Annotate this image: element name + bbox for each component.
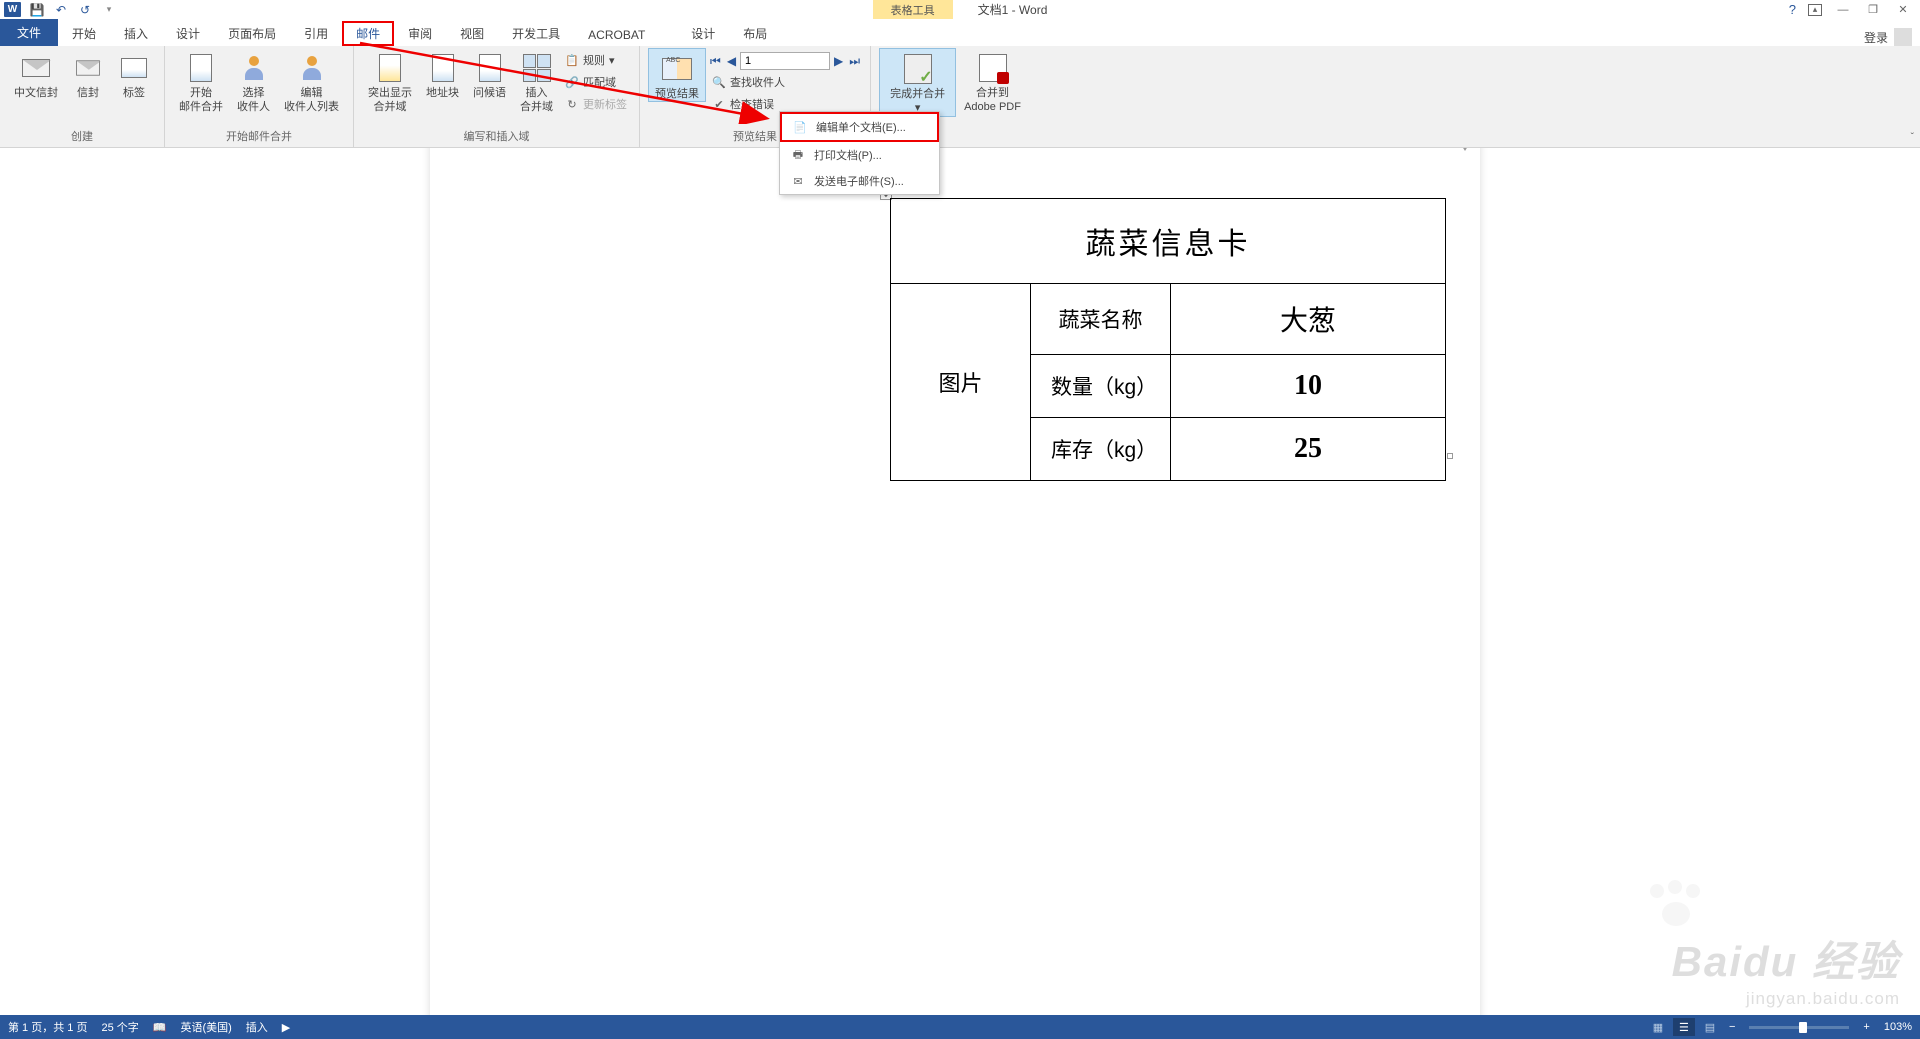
ribbon-options-icon[interactable]: ▴ — [1808, 4, 1822, 16]
undo-icon[interactable]: ↶ — [53, 2, 69, 18]
zoom-in-button[interactable]: + — [1859, 1021, 1873, 1033]
tab-references[interactable]: 引用 — [290, 21, 342, 46]
group-finish-label — [952, 128, 955, 143]
page-indicator[interactable]: 第 1 页，共 1 页 — [8, 1019, 87, 1035]
save-icon[interactable]: 💾 — [29, 2, 45, 18]
last-record-button[interactable]: ⏭ — [847, 54, 862, 69]
table-tools-context-label: 表格工具 — [873, 0, 953, 20]
web-layout-button[interactable]: ▤ — [1699, 1018, 1721, 1036]
next-record-button[interactable]: ▶ — [832, 54, 845, 68]
edit-recipients-button[interactable]: 编辑 收件人列表 — [278, 48, 345, 115]
group-start-merge: 开始 邮件合并 选择 收件人 编辑 收件人列表 开始邮件合并 — [165, 46, 354, 147]
word-app-icon: W — [4, 2, 21, 17]
table-resize-handle[interactable] — [1447, 453, 1453, 459]
document-area: ✥ 蔬菜信息卡 图片 蔬菜名称 大葱 数量（kg） 10 库存（kg） 25 — [0, 148, 1920, 1015]
highlight-fields-button[interactable]: 突出显示 合并域 — [362, 48, 418, 115]
merge-to-pdf-button[interactable]: 合并到 Adobe PDF — [958, 48, 1027, 115]
match-fields-button[interactable]: 🔗匹配域 — [561, 72, 631, 92]
redo-icon[interactable]: ↺ — [77, 2, 93, 18]
finish-merge-button[interactable]: 完成并合并▾ — [879, 48, 956, 117]
info-table[interactable]: 蔬菜信息卡 图片 蔬菜名称 大葱 数量（kg） 10 库存（kg） 25 — [890, 198, 1446, 481]
qty-label-cell[interactable]: 数量（kg） — [1031, 355, 1171, 418]
edit-individual-docs-item[interactable]: 📄编辑单个文档(E)... — [780, 112, 939, 142]
status-bar: 第 1 页，共 1 页 25 个字 📖 英语(美国) 插入 ▶ ▦ ☰ ▤ − … — [0, 1015, 1920, 1039]
ribbon-tabs: 文件 开始 插入 设计 页面布局 引用 邮件 审阅 视图 开发工具 ACROBA… — [0, 19, 1920, 46]
table-title-cell[interactable]: 蔬菜信息卡 — [891, 199, 1446, 284]
preview-results-button[interactable]: 预览结果 — [648, 48, 706, 102]
update-labels-button: ↻更新标签 — [561, 94, 631, 114]
restore-button[interactable]: ❐ — [1864, 2, 1882, 18]
stock-value-cell[interactable]: 25 — [1171, 418, 1446, 481]
tab-table-layout[interactable]: 布局 — [729, 21, 781, 46]
record-number-input[interactable] — [740, 52, 830, 70]
tab-mailings[interactable]: 邮件 — [342, 21, 394, 46]
finish-merge-dropdown: 📄编辑单个文档(E)... 🖶打印文档(P)... ✉发送电子邮件(S)... — [779, 111, 940, 195]
select-recipients-button[interactable]: 选择 收件人 — [231, 48, 276, 115]
email-icon: ✉ — [790, 173, 806, 189]
find-recipient-button[interactable]: 🔍查找收件人 — [708, 72, 862, 92]
first-record-button[interactable]: ⏮ — [708, 54, 723, 69]
document-icon: 📄 — [792, 119, 808, 135]
insert-merge-field-button[interactable]: 插入 合并域 — [514, 48, 559, 115]
read-mode-button[interactable]: ▦ — [1647, 1018, 1669, 1036]
collapse-ribbon-icon[interactable]: ˇ — [1911, 132, 1914, 143]
macro-icon[interactable]: ▶ — [282, 1021, 290, 1034]
zoom-out-button[interactable]: − — [1725, 1021, 1739, 1033]
tab-review[interactable]: 审阅 — [394, 21, 446, 46]
qty-value-cell[interactable]: 10 — [1171, 355, 1446, 418]
stock-label-cell[interactable]: 库存（kg） — [1031, 418, 1171, 481]
group-preview-label: 预览结果 — [733, 128, 777, 147]
zoom-slider[interactable] — [1749, 1026, 1849, 1029]
greeting-line-button[interactable]: 问候语 — [467, 48, 512, 100]
group-write-insert: 突出显示 合并域 地址块 问候语 插入 合并域 📋规则 ▾ 🔗匹配域 ↻更新标签… — [354, 46, 640, 147]
login-label[interactable]: 登录 — [1864, 29, 1888, 46]
help-icon[interactable]: ? — [1789, 2, 1796, 17]
rules-button[interactable]: 📋规则 ▾ — [561, 50, 631, 70]
user-avatar-icon[interactable] — [1894, 28, 1912, 46]
start-mail-merge-button[interactable]: 开始 邮件合并 — [173, 48, 229, 115]
print-docs-item[interactable]: 🖶打印文档(P)... — [780, 142, 939, 168]
tab-view[interactable]: 视图 — [446, 21, 498, 46]
tab-table-design[interactable]: 设计 — [677, 21, 729, 46]
page[interactable]: ✥ 蔬菜信息卡 图片 蔬菜名称 大葱 数量（kg） 10 库存（kg） 25 — [430, 148, 1480, 1015]
envelope-button[interactable]: 信封 — [66, 48, 110, 100]
zoom-level[interactable]: 103% — [1884, 1021, 1912, 1033]
tab-acrobat[interactable]: ACROBAT — [574, 24, 659, 46]
group-create-label: 创建 — [71, 128, 93, 147]
document-title: 文档1 - Word — [978, 1, 1048, 18]
word-count[interactable]: 25 个字 — [101, 1019, 138, 1035]
watermark-paw-icon — [1640, 884, 1710, 944]
tab-page-layout[interactable]: 页面布局 — [214, 21, 290, 46]
tab-design[interactable]: 设计 — [162, 21, 214, 46]
tab-file[interactable]: 文件 — [0, 19, 58, 46]
group-write-label: 编写和插入域 — [464, 128, 530, 147]
chinese-envelope-button[interactable]: 中文信封 — [8, 48, 64, 100]
minimize-button[interactable]: — — [1834, 2, 1852, 18]
close-button[interactable]: ✕ — [1894, 2, 1912, 18]
tab-devtools[interactable]: 开发工具 — [498, 21, 574, 46]
name-label-cell[interactable]: 蔬菜名称 — [1031, 284, 1171, 355]
prev-record-button[interactable]: ◀ — [725, 54, 738, 68]
title-bar: W 💾 ↶ ↺ ▾ 表格工具 文档1 - Word ? ▴ — ❐ ✕ — [0, 0, 1920, 19]
tab-home[interactable]: 开始 — [58, 21, 110, 46]
group-start-label: 开始邮件合并 — [226, 128, 292, 147]
ribbon-toolbar: 中文信封 信封 标签 创建 开始 邮件合并 选择 收件人 编辑 收件人列表 开始… — [0, 46, 1920, 148]
quick-access-toolbar: W 💾 ↶ ↺ ▾ — [0, 2, 117, 18]
tab-insert[interactable]: 插入 — [110, 21, 162, 46]
address-block-button[interactable]: 地址块 — [420, 48, 465, 100]
printer-icon: 🖶 — [790, 147, 806, 163]
image-label-cell[interactable]: 图片 — [891, 284, 1031, 481]
language-indicator[interactable]: 英语(美国) — [180, 1019, 231, 1035]
name-value-cell[interactable]: 大葱 — [1171, 284, 1446, 355]
insert-mode[interactable]: 插入 — [246, 1019, 268, 1035]
print-layout-button[interactable]: ☰ — [1673, 1018, 1695, 1036]
record-navigation: ⏮ ◀ ▶ ⏭ — [708, 52, 862, 70]
group-create: 中文信封 信封 标签 创建 — [0, 46, 165, 147]
qat-more-icon[interactable]: ▾ — [101, 2, 117, 18]
send-email-item[interactable]: ✉发送电子邮件(S)... — [780, 168, 939, 194]
labels-button[interactable]: 标签 — [112, 48, 156, 100]
spell-check-icon[interactable]: 📖 — [153, 1021, 167, 1034]
ruler-indent-marker[interactable] — [1460, 148, 1470, 153]
